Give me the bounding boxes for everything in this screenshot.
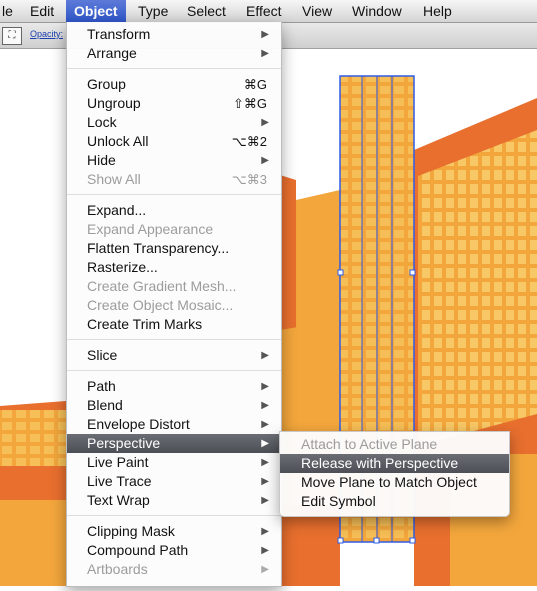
menu-item-clipping-mask[interactable]: Clipping Mask ▶ — [67, 522, 281, 541]
submenu-arrow-icon: ▶ — [261, 48, 269, 59]
submenu-arrow-icon: ▶ — [261, 526, 269, 537]
menu-item-flatten-transparency[interactable]: Flatten Transparency... — [67, 239, 281, 258]
opacity-link[interactable]: Opacity: — [30, 29, 63, 39]
menu-window[interactable]: Window — [352, 0, 402, 22]
menu-item-envelope-distort[interactable]: Envelope Distort ▶ — [67, 415, 281, 434]
menu-item-expand-appearance: Expand Appearance — [87, 221, 214, 237]
submenu-arrow-icon: ▶ — [261, 400, 269, 411]
submenu-arrow-icon: ▶ — [261, 476, 269, 487]
menu-item-hide[interactable]: Hide ▶ — [67, 151, 281, 170]
menu-item-group[interactable]: Group ⌘G — [67, 75, 281, 94]
submenu-arrow-icon: ▶ — [261, 545, 269, 556]
menu-file[interactable]: le — [2, 0, 13, 22]
menu-help[interactable]: Help — [423, 0, 452, 22]
menu-item-perspective[interactable]: Perspective ▶ — [67, 434, 281, 453]
menu-item-unlock-all[interactable]: Unlock All ⌥⌘2 — [67, 132, 281, 151]
submenu-arrow-icon: ▶ — [261, 350, 269, 361]
menu-item-ungroup[interactable]: Ungroup ⇧⌘G — [67, 94, 281, 113]
menu-item-edit-symbol[interactable]: Edit Symbol — [280, 492, 509, 511]
menu-item-attach-to-active-plane: Attach to Active Plane — [301, 436, 438, 452]
submenu-arrow-icon: ▶ — [261, 29, 269, 40]
menu-bar: le Edit Object Type Select Effect View W… — [0, 0, 537, 23]
left-buildings — [0, 401, 66, 586]
menu-item-create-trim-marks[interactable]: Create Trim Marks — [67, 315, 281, 334]
menu-item-compound-path[interactable]: Compound Path ▶ — [67, 541, 281, 560]
submenu-arrow-icon: ▶ — [261, 155, 269, 166]
menu-item-transform[interactable]: Transform ▶ — [67, 25, 281, 44]
menu-separator — [67, 370, 281, 371]
submenu-arrow-icon: ▶ — [261, 438, 269, 449]
submenu-arrow-icon: ▶ — [261, 457, 269, 468]
menu-item-path[interactable]: Path ▶ — [67, 377, 281, 396]
menu-item-release-with-perspective[interactable]: Release with Perspective — [280, 454, 509, 473]
menu-item-slice[interactable]: Slice ▶ — [67, 346, 281, 365]
mid-buildings — [280, 175, 340, 586]
menu-item-create-gradient-mesh: Create Gradient Mesh... — [87, 278, 237, 294]
menu-item-live-paint[interactable]: Live Paint ▶ — [67, 453, 281, 472]
menu-separator — [67, 194, 281, 195]
perspective-submenu: Attach to Active Plane Release with Pers… — [279, 431, 510, 517]
menu-item-lock[interactable]: Lock ▶ — [67, 113, 281, 132]
menu-item-move-plane-to-match-object[interactable]: Move Plane to Match Object — [280, 473, 509, 492]
menu-item-rasterize[interactable]: Rasterize... — [67, 258, 281, 277]
menu-type[interactable]: Type — [138, 0, 168, 22]
menu-item-arrange[interactable]: Arrange ▶ — [67, 44, 281, 63]
menu-separator — [67, 515, 281, 516]
menu-object[interactable]: Object — [66, 0, 126, 22]
submenu-arrow-icon: ▶ — [261, 381, 269, 392]
transform-icon[interactable]: ⛶ — [2, 27, 22, 45]
submenu-arrow-icon: ▶ — [261, 495, 269, 506]
submenu-arrow-icon: ▶ — [261, 419, 269, 430]
menu-item-show-all: Show All ⌥⌘3 — [87, 171, 267, 187]
object-menu: Transform ▶ Arrange ▶ Group ⌘G Ungroup ⇧⌘G L… — [66, 22, 282, 587]
menu-select[interactable]: Select — [187, 0, 226, 22]
menu-item-create-object-mosaic: Create Object Mosaic... — [87, 297, 234, 313]
menu-edit[interactable]: Edit — [30, 0, 54, 22]
menu-item-expand[interactable]: Expand... — [67, 201, 281, 220]
menu-effect[interactable]: Effect — [246, 0, 282, 22]
menu-item-text-wrap[interactable]: Text Wrap ▶ — [67, 491, 281, 510]
menu-item-live-trace[interactable]: Live Trace ▶ — [67, 472, 281, 491]
menu-separator — [67, 68, 281, 69]
submenu-arrow-icon: ▶ — [261, 117, 269, 128]
menu-item-blend[interactable]: Blend ▶ — [67, 396, 281, 415]
menu-separator — [67, 339, 281, 340]
submenu-arrow-icon: ▶ — [261, 564, 269, 575]
menu-view[interactable]: View — [302, 0, 332, 22]
menu-item-artboards: Artboards ▶ — [87, 561, 269, 577]
